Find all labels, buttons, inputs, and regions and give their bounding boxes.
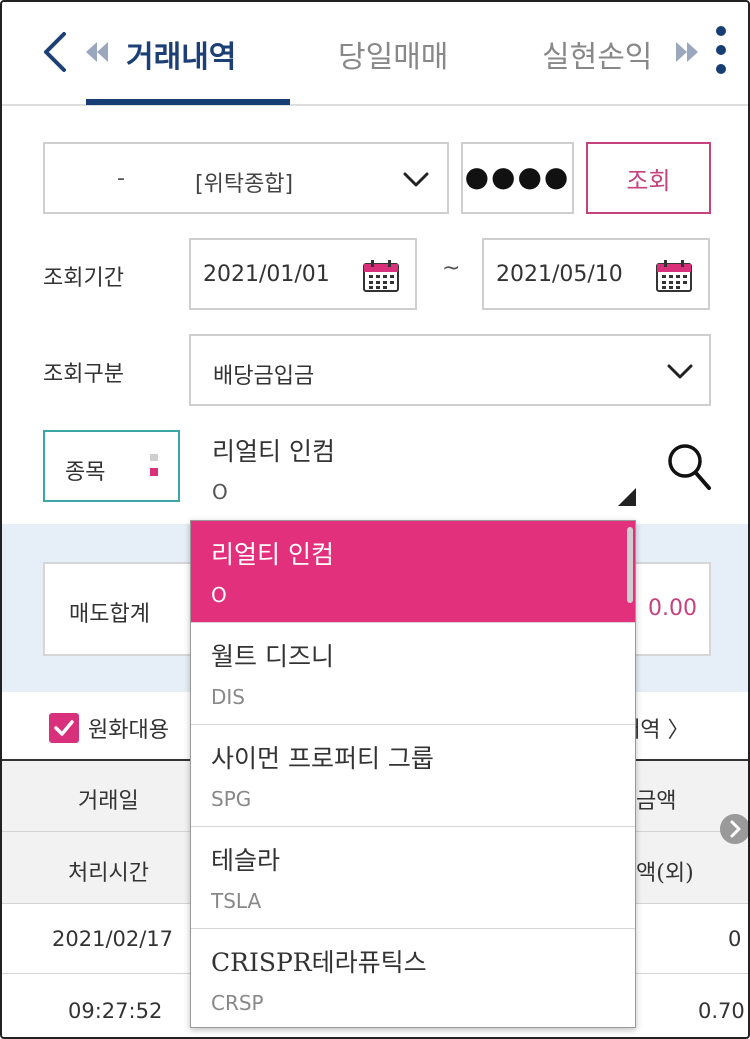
dropdown-item-name: 리얼티 인컴 — [211, 540, 334, 569]
more-icon[interactable] — [714, 24, 728, 76]
table-cell-amount: 0 — [728, 927, 742, 951]
dropdown-item-ticker: SPG — [211, 787, 252, 811]
dropdown-item[interactable]: 사이먼 프로퍼티 그룹 SPG — [191, 725, 635, 827]
account-number: - — [117, 166, 125, 191]
currency-checkbox[interactable] — [49, 713, 79, 743]
dropdown-item-ticker: TSLA — [211, 889, 262, 913]
selected-stock-name[interactable]: 리얼티 인컴 — [212, 432, 335, 468]
dropdown-item-name: CRISPR테라퓨틱스 — [211, 948, 427, 977]
next-tab-icon[interactable] — [676, 42, 698, 62]
dropdown-item-name: 사이먼 프로퍼티 그룹 — [211, 744, 434, 773]
table-cell-process-time: 09:27:52 — [68, 999, 163, 1023]
dropdown-corner-icon — [618, 488, 636, 506]
calendar-icon[interactable] — [363, 260, 399, 292]
prev-tab-icon[interactable] — [86, 42, 108, 62]
table-cell-trade-date: 2021/02/17 — [52, 927, 174, 951]
check-icon — [54, 720, 74, 736]
account-select[interactable]: - [위탁종합] — [43, 142, 449, 214]
tab-realized-pnl[interactable]: 실현손익 — [542, 32, 652, 76]
dropdown-item[interactable]: 월트 디즈니 DIS — [191, 623, 635, 725]
table-cell-foreign-amount: 0.70 — [698, 999, 745, 1023]
stock-selector-button[interactable]: 종목 — [43, 430, 180, 502]
chevron-down-icon — [667, 364, 693, 379]
chevron-down-icon — [403, 172, 429, 187]
dropdown-item[interactable]: 리얼티 인컴 O — [191, 521, 635, 623]
dropdown-item[interactable]: CRISPR테라퓨틱스 CRSP — [191, 929, 635, 1027]
stock-label: 종목 — [65, 460, 106, 485]
scroll-right-icon[interactable] — [720, 814, 750, 844]
dropdown-item-name: 테슬라 — [211, 846, 281, 875]
query-button[interactable]: 조회 — [586, 142, 711, 214]
column-header-process-time: 처리시간 — [68, 861, 149, 886]
category-select[interactable]: 배당금입금 — [189, 334, 711, 406]
dropdown-item[interactable]: 테슬라 TSLA — [191, 827, 635, 929]
column-header-trade-date: 거래일 — [78, 789, 139, 814]
selected-stock-ticker: O — [212, 480, 228, 504]
calendar-icon[interactable] — [656, 260, 692, 292]
account-type: [위탁종합] — [195, 172, 294, 197]
dropdown-scrollbar[interactable] — [627, 527, 633, 603]
tab-daily-trading[interactable]: 당일매매 — [338, 32, 448, 76]
date-separator: ~ — [442, 256, 461, 281]
date-from-field[interactable]: 2021/01/01 — [189, 238, 417, 310]
dropdown-item-ticker: CRSP — [211, 991, 264, 1015]
dropdown-item-ticker: O — [211, 583, 227, 607]
dropdown-item-ticker: DIS — [211, 685, 245, 709]
currency-checkbox-label[interactable]: 원화대용 — [88, 712, 169, 744]
category-value: 배당금입금 — [213, 364, 315, 389]
category-label: 조회구분 — [43, 362, 124, 387]
dropdown-item-name: 월트 디즈니 — [211, 642, 334, 671]
top-nav: 거래내역 당일매매 실현손익 — [2, 2, 748, 106]
toggle-indicator-icon — [150, 454, 158, 476]
date-from-value: 2021/01/01 — [203, 262, 330, 287]
active-tab-indicator — [86, 99, 290, 105]
password-mask: ●●●● — [464, 160, 571, 193]
search-icon[interactable] — [666, 442, 712, 492]
sell-total-value: 0.00 — [648, 596, 697, 621]
date-to-field[interactable]: 2021/05/10 — [482, 238, 710, 310]
app-frame: 거래내역 당일매매 실현손익 - [위탁종합] ●●●● 조회 조회기간 202… — [0, 0, 750, 1039]
column-header-foreign-amount: 액(외) — [636, 861, 694, 886]
sell-total-label: 매도합계 — [69, 602, 150, 627]
password-field[interactable]: ●●●● — [461, 142, 574, 214]
period-label: 조회기간 — [43, 266, 124, 291]
stock-dropdown-list: 리얼티 인컴 O 월트 디즈니 DIS 사이먼 프로퍼티 그룹 SPG 테슬라 … — [190, 520, 636, 1028]
back-icon[interactable] — [40, 30, 70, 74]
column-header-amount: 금액 — [636, 789, 677, 814]
date-to-value: 2021/05/10 — [496, 262, 623, 287]
tab-transaction-history[interactable]: 거래내역 — [126, 32, 236, 76]
